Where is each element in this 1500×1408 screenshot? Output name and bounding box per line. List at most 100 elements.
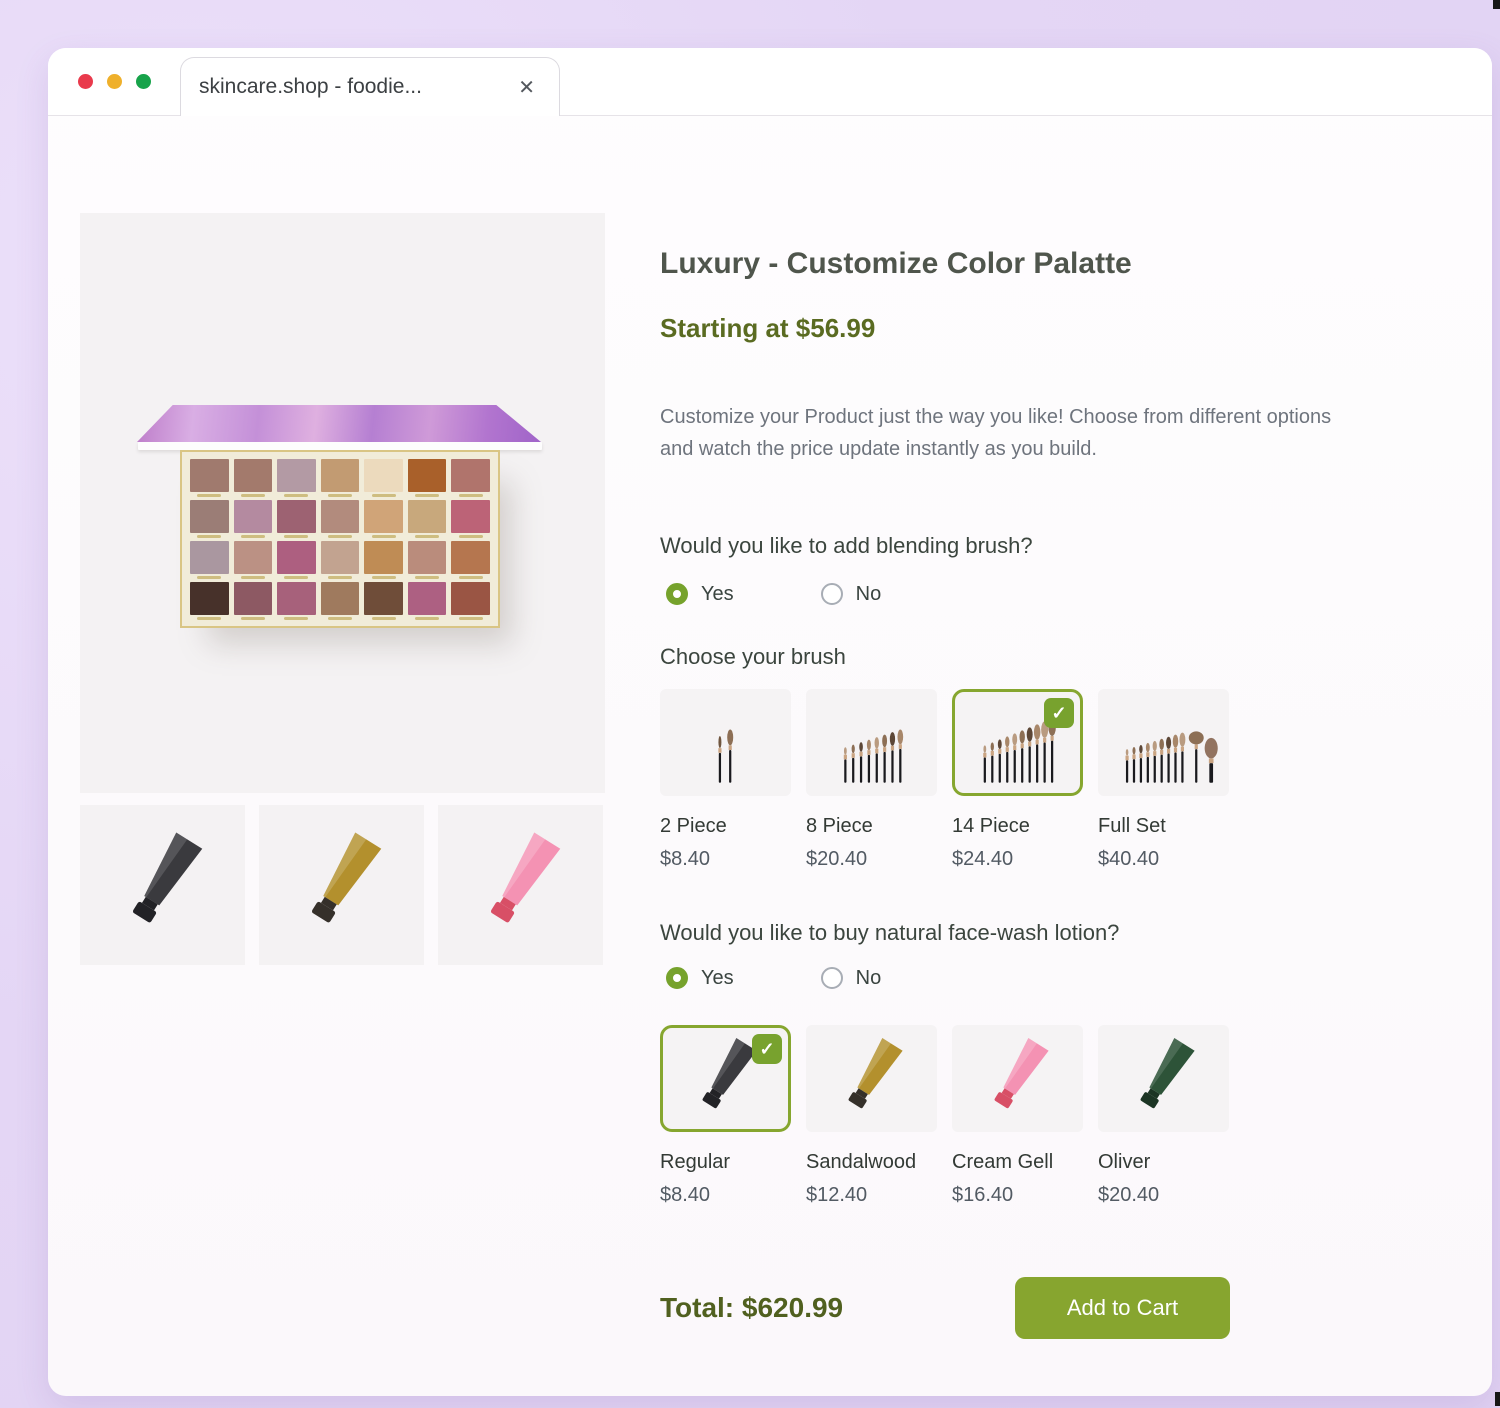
palette-swatch — [408, 459, 447, 500]
palette-swatch-grid — [190, 459, 490, 623]
palette-swatch — [321, 459, 360, 500]
radio-label: Yes — [701, 967, 734, 990]
sandalwood-tube-icon — [826, 1033, 918, 1125]
choose-brush-heading: Choose your brush — [660, 644, 1386, 670]
thumbnail-black-tube[interactable] — [80, 805, 245, 965]
option-name: 8 Piece — [806, 814, 937, 838]
palette-swatch — [364, 459, 403, 500]
lotion-question: Would you like to buy natural face-wash … — [660, 920, 1386, 946]
palette-swatch — [321, 541, 360, 582]
brush-card-14-piece[interactable]: ✓ — [952, 689, 1083, 796]
lotion-yes-option[interactable]: Yes — [666, 967, 734, 990]
palette-swatch — [190, 541, 229, 582]
product-description: Customize your Product just the way you … — [660, 401, 1365, 465]
option-name: Cream Gell — [952, 1150, 1083, 1174]
gold-tube-icon — [283, 826, 401, 944]
palette-swatch — [364, 500, 403, 541]
lotion-option-cream-gell: Cream Gell $16.40 — [952, 1025, 1083, 1207]
lotion-card-regular[interactable]: ✓ — [660, 1025, 791, 1132]
total-price: Total: $620.99 — [660, 1292, 843, 1324]
lotion-option-sandalwood: Sandalwood $12.40 — [806, 1025, 937, 1207]
option-name: Sandalwood — [806, 1150, 937, 1174]
option-name: Regular — [660, 1150, 791, 1174]
purchase-footer: Total: $620.99 Add to Cart — [660, 1277, 1230, 1339]
radio-label: No — [856, 967, 882, 990]
option-price: $8.40 — [660, 1183, 791, 1207]
starting-price: Starting at $56.99 — [660, 313, 1386, 343]
radio-selected-icon[interactable] — [666, 967, 688, 989]
option-price: $8.40 — [660, 847, 791, 871]
radio-label: No — [856, 583, 882, 606]
cream-gell-tube-icon — [972, 1033, 1064, 1125]
product-main-image — [80, 213, 605, 793]
brush-option-8-piece: 8 Piece $20.40 — [806, 689, 937, 871]
brush-option-2-piece: 2 Piece $8.40 — [660, 689, 791, 871]
black-tube-icon — [104, 826, 222, 944]
palette-swatch — [234, 541, 273, 582]
palette-swatch — [277, 459, 316, 500]
option-price: $16.40 — [952, 1183, 1083, 1207]
brush-card-full-set[interactable] — [1098, 689, 1229, 796]
palette-edge — [138, 442, 542, 450]
blending-brush-yes-option[interactable]: Yes — [666, 583, 734, 606]
palette-swatch — [408, 500, 447, 541]
minimize-window-icon[interactable] — [107, 74, 122, 89]
lotion-option-regular: ✓ Regular $8.40 — [660, 1025, 791, 1207]
selected-check-icon: ✓ — [752, 1034, 782, 1064]
brush-card-8-piece[interactable] — [806, 689, 937, 796]
radio-label: Yes — [701, 583, 734, 606]
palette-swatch — [234, 582, 273, 623]
thumbnail-gold-tube[interactable] — [259, 805, 424, 965]
palette-swatch — [277, 500, 316, 541]
screen-artifact — [1493, 0, 1500, 9]
blending-brush-question: Would you like to add blending brush? — [660, 533, 1386, 559]
radio-selected-icon[interactable] — [666, 583, 688, 605]
palette-swatch — [451, 459, 490, 500]
palette-swatch — [321, 582, 360, 623]
palette-swatch — [190, 500, 229, 541]
product-configurator: Luxury - Customize Color Palatte Startin… — [660, 246, 1386, 1339]
blending-brush-no-option[interactable]: No — [821, 583, 882, 606]
page-title: Luxury - Customize Color Palatte — [660, 246, 1386, 282]
palette-swatch — [408, 582, 447, 623]
palette-swatch — [321, 500, 360, 541]
palette-swatch — [364, 582, 403, 623]
pink-tube-icon — [462, 826, 580, 944]
palette-swatch — [277, 582, 316, 623]
lotion-card-cream-gell[interactable] — [952, 1025, 1083, 1132]
blending-brush-radio-row: Yes No — [660, 581, 1386, 607]
radio-unselected-icon[interactable] — [821, 967, 843, 989]
oliver-tube-icon — [1118, 1033, 1210, 1125]
brush-card-2-piece[interactable] — [660, 689, 791, 796]
option-price: $12.40 — [806, 1183, 937, 1207]
option-name: Full Set — [1098, 814, 1229, 838]
thumbnail-pink-tube[interactable] — [438, 805, 603, 965]
eyeshadow-palette-illustration — [137, 405, 543, 628]
option-price: $20.40 — [806, 847, 937, 871]
lotion-no-option[interactable]: No — [821, 967, 882, 990]
palette-swatch — [408, 541, 447, 582]
product-gallery — [80, 213, 605, 965]
option-price: $20.40 — [1098, 1183, 1229, 1207]
option-name: 2 Piece — [660, 814, 791, 838]
add-to-cart-button[interactable]: Add to Cart — [1015, 1277, 1230, 1339]
browser-window: skincare.shop - foodie... ✕ — [48, 48, 1492, 1396]
lotion-card-sandalwood[interactable] — [806, 1025, 937, 1132]
brush-options-row: 2 Piece $8.40 8 Piece $20.40 ✓ — [660, 689, 1386, 871]
brush-set-full-icon — [1102, 693, 1226, 793]
palette-swatch — [451, 582, 490, 623]
maximize-window-icon[interactable] — [136, 74, 151, 89]
radio-unselected-icon[interactable] — [821, 583, 843, 605]
palette-lid — [137, 405, 543, 442]
browser-tab[interactable]: skincare.shop - foodie... ✕ — [180, 57, 560, 116]
tab-close-icon[interactable]: ✕ — [514, 73, 539, 102]
lotion-options-row: ✓ Regular $8.40 — [660, 1025, 1386, 1207]
tab-title: skincare.shop - foodie... — [199, 75, 514, 99]
option-name: Oliver — [1098, 1150, 1229, 1174]
window-controls — [48, 74, 151, 89]
palette-swatch — [190, 459, 229, 500]
close-window-icon[interactable] — [78, 74, 93, 89]
brush-option-full-set: Full Set $40.40 — [1098, 689, 1229, 871]
lotion-card-oliver[interactable] — [1098, 1025, 1229, 1132]
desktop-background: skincare.shop - foodie... ✕ — [0, 0, 1500, 1408]
